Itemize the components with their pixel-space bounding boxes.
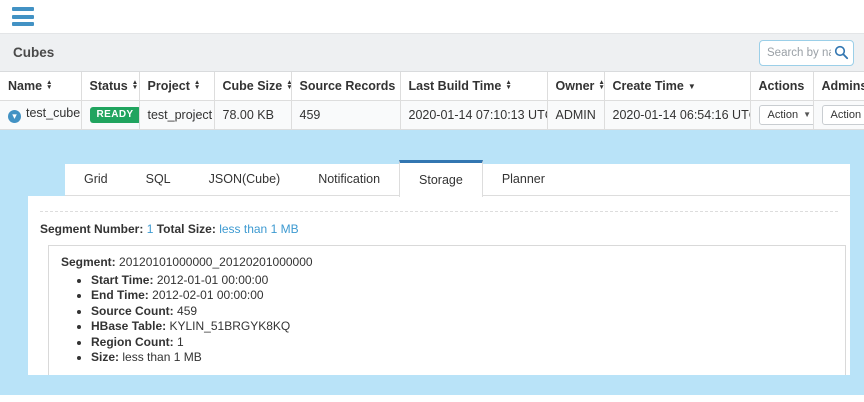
list-item: Region Count: 1 bbox=[91, 335, 833, 351]
cell-actions: Action▼ bbox=[750, 100, 813, 129]
tab-sql[interactable]: SQL bbox=[127, 164, 190, 195]
top-navbar bbox=[0, 0, 864, 33]
total-size-value: less than 1 MB bbox=[219, 222, 298, 236]
list-item: End Time: 2012-02-01 00:00:00 bbox=[91, 288, 833, 304]
search-icon[interactable] bbox=[834, 45, 849, 65]
caret-down-icon: ▼ bbox=[803, 110, 811, 119]
segment-box: Segment: 20120101000000_20120201000000 S… bbox=[48, 245, 846, 375]
col-header-owner[interactable]: Owner▲▼ bbox=[547, 72, 604, 100]
segment-detail-list: Start Time: 2012-01-01 00:00:00 End Time… bbox=[61, 273, 833, 366]
page-header-bar: Cubes bbox=[0, 33, 864, 72]
cubes-table: Name▲▼ Status▲▼ Project▲▼ Cube Size▲▼ So… bbox=[0, 72, 864, 130]
col-header-source-records[interactable]: Source Records▲▼ bbox=[291, 72, 400, 100]
segment-heading: Segment: 20120101000000_20120201000000 bbox=[61, 255, 833, 269]
page-title: Cubes bbox=[13, 45, 54, 60]
tab-planner[interactable]: Planner bbox=[483, 164, 564, 195]
cell-owner: ADMIN bbox=[547, 100, 604, 129]
storage-pane: Segment Number: 1 Total Size: less than … bbox=[40, 211, 838, 375]
search-box bbox=[759, 40, 854, 66]
list-item: HBase Table: KYLIN_51BRGYK8KQ bbox=[91, 319, 833, 335]
cube-name: test_cube bbox=[26, 106, 80, 120]
segment-number-label: Segment Number: bbox=[40, 222, 143, 236]
sort-desc-icon: ▼ bbox=[688, 82, 696, 91]
cell-source-records: 459 bbox=[291, 100, 400, 129]
table-header-row: Name▲▼ Status▲▼ Project▲▼ Cube Size▲▼ So… bbox=[0, 72, 864, 100]
segment-id: 20120101000000_20120201000000 bbox=[119, 255, 313, 269]
tab-storage[interactable]: Storage bbox=[399, 160, 483, 197]
list-item: Source Count: 459 bbox=[91, 304, 833, 320]
admins-dropdown-button[interactable]: Action▼ bbox=[822, 105, 864, 125]
actions-dropdown-button[interactable]: Action▼ bbox=[759, 105, 814, 125]
col-header-admins: Admins bbox=[813, 72, 864, 100]
sort-icon: ▲▼ bbox=[46, 80, 52, 90]
tab-json-cube[interactable]: JSON(Cube) bbox=[190, 164, 300, 195]
detail-tabs: Grid SQL JSON(Cube) Notification Storage… bbox=[65, 164, 850, 196]
sort-icon: ▲▼ bbox=[598, 80, 604, 90]
cell-admins: Action▼ bbox=[813, 100, 864, 129]
menu-icon[interactable] bbox=[12, 7, 34, 26]
tab-grid[interactable]: Grid bbox=[65, 164, 127, 195]
col-header-last-build-time[interactable]: Last Build Time▲▼ bbox=[400, 72, 547, 100]
storage-summary: Segment Number: 1 Total Size: less than … bbox=[40, 222, 838, 236]
cell-name: ▾ test_cube bbox=[0, 100, 81, 129]
sort-icon: ▲▼ bbox=[194, 80, 200, 90]
col-header-project[interactable]: Project▲▼ bbox=[139, 72, 214, 100]
storage-tab-content: Segment Number: 1 Total Size: less than … bbox=[28, 196, 850, 375]
col-header-create-time[interactable]: Create Time▼ bbox=[604, 72, 750, 100]
cell-cube-size: 78.00 KB bbox=[214, 100, 291, 129]
col-header-name[interactable]: Name▲▼ bbox=[0, 72, 81, 100]
sort-icon: ▲▼ bbox=[505, 80, 511, 90]
cell-last-build-time: 2020-01-14 07:10:13 UTC bbox=[400, 100, 547, 129]
sort-icon: ▲▼ bbox=[286, 80, 291, 90]
status-badge: READY bbox=[90, 107, 140, 123]
total-size-label: Total Size: bbox=[157, 222, 216, 236]
col-header-status[interactable]: Status▲▼ bbox=[81, 72, 139, 100]
cell-project: test_project bbox=[139, 100, 214, 129]
cell-status: READY bbox=[81, 100, 139, 129]
col-header-actions: Actions bbox=[750, 72, 813, 100]
segment-label: Segment: bbox=[61, 255, 116, 269]
list-item: Size: less than 1 MB bbox=[91, 350, 833, 366]
segment-number-value: 1 bbox=[147, 222, 154, 236]
tab-notification[interactable]: Notification bbox=[299, 164, 399, 195]
sort-icon: ▲▼ bbox=[132, 80, 138, 90]
cube-row: ▾ test_cube READY test_project 78.00 KB 4… bbox=[0, 100, 864, 129]
list-item: Start Time: 2012-01-01 00:00:00 bbox=[91, 273, 833, 289]
cell-create-time: 2020-01-14 06:54:16 UTC bbox=[604, 100, 750, 129]
col-header-cube-size[interactable]: Cube Size▲▼ bbox=[214, 72, 291, 100]
collapse-row-icon[interactable]: ▾ bbox=[8, 110, 21, 123]
cube-detail-drawer: Grid SQL JSON(Cube) Notification Storage… bbox=[0, 130, 864, 395]
